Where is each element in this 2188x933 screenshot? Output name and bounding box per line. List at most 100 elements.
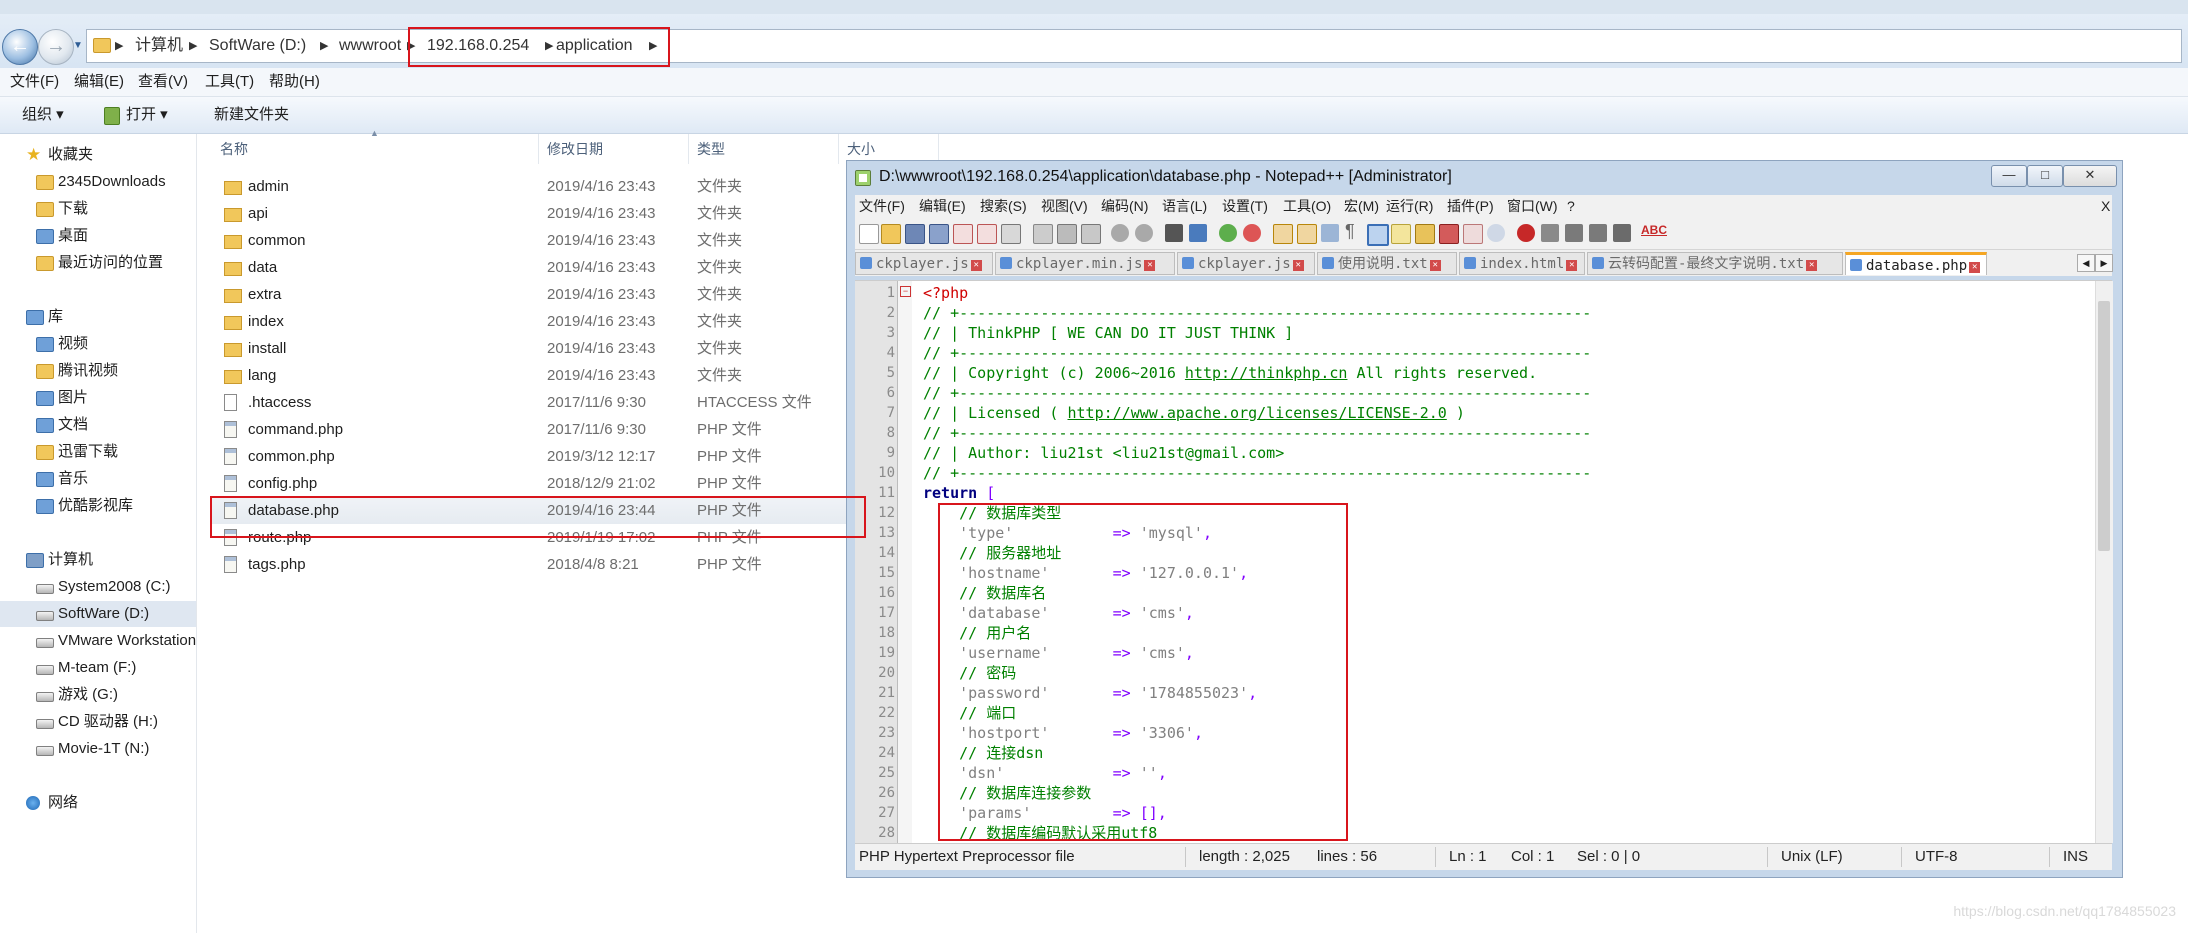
- np-menu-window[interactable]: 窗口(W): [1507, 195, 1558, 217]
- save-all-icon[interactable]: [929, 224, 949, 244]
- save-macro-icon[interactable]: [1613, 224, 1631, 242]
- nav-favorites[interactable]: ★ 收藏夹: [0, 142, 196, 168]
- breadcrumb-separator-icon[interactable]: ▶: [115, 30, 123, 62]
- new-file-icon[interactable]: [859, 224, 879, 244]
- tab-close-icon[interactable]: ✕: [1806, 260, 1818, 271]
- file-row[interactable]: config.php 2018/12/9 21:02 PHP 文件: [212, 470, 862, 497]
- zoom-out-icon[interactable]: [1243, 224, 1261, 242]
- nav-item-documents[interactable]: 文档: [0, 412, 196, 438]
- close-window-button[interactable]: ✕: [2063, 165, 2117, 187]
- nav-drive-g[interactable]: 游戏 (G:): [0, 682, 196, 708]
- column-header-type[interactable]: 类型: [697, 134, 725, 164]
- word-wrap-icon[interactable]: [1321, 224, 1339, 242]
- file-row[interactable]: install 2019/4/16 23:43 文件夹: [212, 335, 862, 362]
- tab-index-html[interactable]: index.html ✕: [1459, 252, 1585, 275]
- code-line[interactable]: <?php: [923, 283, 968, 303]
- np-menu-file[interactable]: 文件(F): [859, 195, 905, 217]
- column-header-modified[interactable]: 修改日期: [547, 134, 603, 164]
- save-icon[interactable]: [905, 224, 925, 244]
- tab-usage-txt[interactable]: 使用说明.txt ✕: [1317, 252, 1457, 275]
- nav-drive-h[interactable]: CD 驱动器 (H:): [0, 709, 196, 735]
- column-divider[interactable]: [838, 134, 839, 164]
- user-language-icon[interactable]: [1391, 224, 1411, 244]
- maximize-button[interactable]: □: [2027, 165, 2063, 187]
- tab-ckplayer-js-2[interactable]: ckplayer.js ✕: [1177, 252, 1315, 275]
- nav-drive-n[interactable]: Movie-1T (N:): [0, 736, 196, 762]
- tab-database-php[interactable]: database.php ✕: [1845, 252, 1987, 275]
- close-all-icon[interactable]: [977, 224, 997, 244]
- copy-icon[interactable]: [1057, 224, 1077, 244]
- nav-item-pictures[interactable]: 图片: [0, 385, 196, 411]
- nav-drive-d[interactable]: SoftWare (D:): [0, 601, 196, 627]
- code-line[interactable]: // | Licensed ( http://www.apache.org/li…: [923, 403, 1465, 423]
- np-menu-help[interactable]: ?: [1567, 195, 1575, 217]
- breadcrumb-separator-icon[interactable]: ▶: [320, 30, 328, 62]
- tab-transcode-config-txt[interactable]: 云转码配置-最终文字说明.txt ✕: [1587, 252, 1843, 275]
- breadcrumb-separator-icon[interactable]: ▶: [189, 30, 197, 62]
- paste-icon[interactable]: [1081, 224, 1101, 244]
- code-line[interactable]: // | ThinkPHP [ WE CAN DO IT JUST THINK …: [923, 323, 1293, 343]
- np-menu-view[interactable]: 视图(V): [1041, 195, 1088, 217]
- close-icon[interactable]: [953, 224, 973, 244]
- np-menu-encoding[interactable]: 编码(N): [1101, 195, 1148, 217]
- vertical-scrollbar[interactable]: [2095, 281, 2113, 843]
- monitoring-icon[interactable]: [1487, 224, 1505, 242]
- breadcrumb-wwwroot[interactable]: wwwroot: [339, 30, 401, 62]
- tab-close-icon[interactable]: ✕: [1292, 260, 1304, 271]
- column-divider[interactable]: [688, 134, 689, 164]
- file-row[interactable]: tags.php 2018/4/8 8:21 PHP 文件: [212, 551, 862, 578]
- folder-workspace-icon[interactable]: [1463, 224, 1483, 244]
- find-icon[interactable]: [1165, 224, 1183, 242]
- open-button[interactable]: 打开 ▾: [126, 97, 168, 133]
- back-button[interactable]: ←: [2, 29, 38, 65]
- file-row[interactable]: lang 2019/4/16 23:43 文件夹: [212, 362, 862, 389]
- sync-horizontal-icon[interactable]: [1297, 224, 1317, 244]
- file-row[interactable]: data 2019/4/16 23:43 文件夹: [212, 254, 862, 281]
- minimize-button[interactable]: —: [1991, 165, 2027, 187]
- np-menu-run[interactable]: 运行(R): [1386, 195, 1433, 217]
- tab-close-icon[interactable]: ✕: [1429, 260, 1441, 271]
- address-bar[interactable]: ▶ 计算机 ▶ SoftWare (D:) ▶ wwwroot ▶ 192.16…: [86, 29, 2182, 63]
- file-row[interactable]: extra 2019/4/16 23:43 文件夹: [212, 281, 862, 308]
- run-macro-multiple-icon[interactable]: [1589, 224, 1607, 242]
- nav-item-desktop[interactable]: 桌面: [0, 223, 196, 249]
- nav-drive-c[interactable]: System2008 (C:): [0, 574, 196, 600]
- np-menu-search[interactable]: 搜索(S): [980, 195, 1027, 217]
- file-row[interactable]: .htaccess 2017/11/6 9:30 HTACCESS 文件: [212, 389, 862, 416]
- menu-view[interactable]: 查看(V): [138, 68, 188, 96]
- np-menu-tools[interactable]: 工具(O): [1283, 195, 1331, 217]
- code-line[interactable]: return [: [923, 483, 995, 503]
- np-menu-plugins[interactable]: 插件(P): [1447, 195, 1494, 217]
- organize-button[interactable]: 组织 ▾: [22, 97, 64, 133]
- code-line[interactable]: // | Copyright (c) 2006~2016 http://thin…: [923, 363, 1537, 383]
- breadcrumb-computer[interactable]: 计算机: [135, 30, 183, 62]
- menu-file[interactable]: 文件(F): [10, 68, 59, 96]
- redo-icon[interactable]: [1135, 224, 1153, 242]
- tab-scroll-right-icon[interactable]: ▶: [2095, 254, 2113, 272]
- nav-computer[interactable]: 计算机: [0, 547, 196, 573]
- nav-item-xunlei[interactable]: 迅雷下载: [0, 439, 196, 465]
- sync-vertical-icon[interactable]: [1273, 224, 1293, 244]
- nav-item-tencent-video[interactable]: 腾讯视频: [0, 358, 196, 384]
- tab-scroll-left-icon[interactable]: ◀: [2077, 254, 2095, 272]
- code-line[interactable]: // +------------------------------------…: [923, 383, 1591, 403]
- file-row[interactable]: common.php 2019/3/12 12:17 PHP 文件: [212, 443, 862, 470]
- cut-icon[interactable]: [1033, 224, 1053, 244]
- replace-icon[interactable]: [1189, 224, 1207, 242]
- scrollbar-thumb[interactable]: [2098, 301, 2110, 551]
- nav-drive-f[interactable]: M-team (F:): [0, 655, 196, 681]
- record-macro-icon[interactable]: [1517, 224, 1535, 242]
- code-line[interactable]: // +------------------------------------…: [923, 423, 1591, 443]
- menu-tools[interactable]: 工具(T): [205, 68, 254, 96]
- print-icon[interactable]: [1001, 224, 1021, 244]
- np-menu-settings[interactable]: 设置(T): [1222, 195, 1268, 217]
- nav-item-youku[interactable]: 优酷影视库: [0, 493, 196, 519]
- recent-pages-dropdown-icon[interactable]: ▼: [73, 40, 83, 51]
- file-row[interactable]: index 2019/4/16 23:43 文件夹: [212, 308, 862, 335]
- file-row[interactable]: api 2019/4/16 23:43 文件夹: [212, 200, 862, 227]
- nav-item-recent[interactable]: 最近访问的位置: [0, 250, 196, 276]
- menu-edit[interactable]: 编辑(E): [74, 68, 124, 96]
- forward-button[interactable]: →: [38, 29, 74, 65]
- stop-macro-icon[interactable]: [1541, 224, 1559, 242]
- column-header-name[interactable]: 名称: [220, 134, 248, 164]
